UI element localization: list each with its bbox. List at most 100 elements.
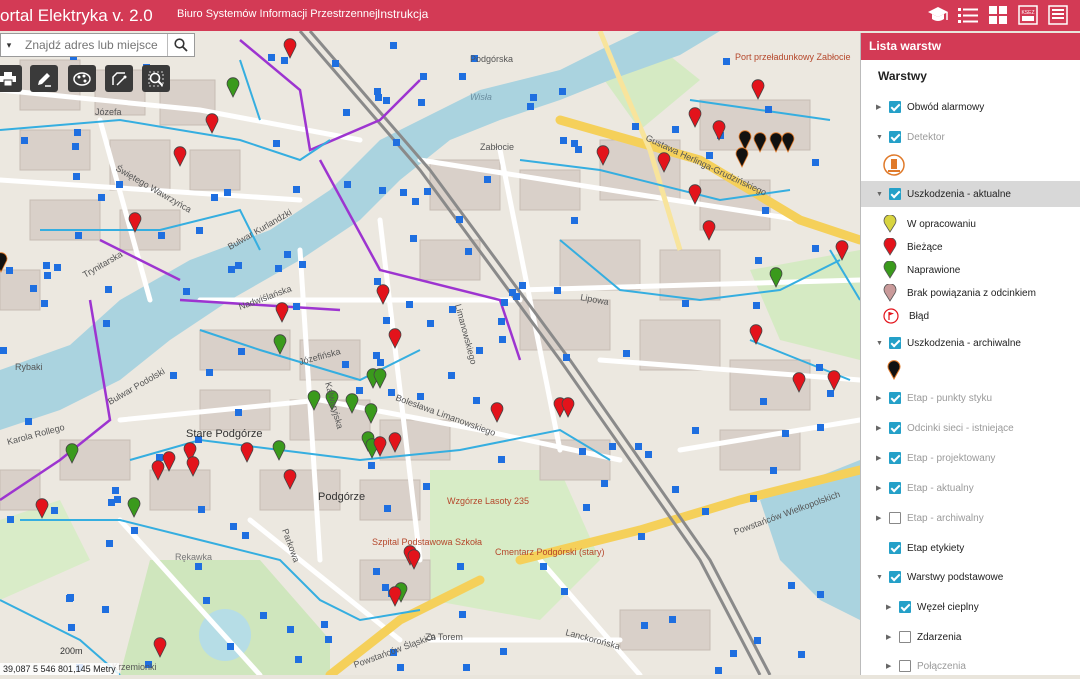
- network-node-marker[interactable]: [499, 336, 506, 343]
- network-node-marker[interactable]: [43, 262, 50, 269]
- network-node-marker[interactable]: [682, 300, 689, 307]
- network-node-marker[interactable]: [500, 648, 507, 655]
- network-node-marker[interactable]: [374, 88, 381, 95]
- nav-link-biuro[interactable]: Biuro Systemów Informacji Przestrzennej: [177, 0, 378, 31]
- network-node-marker[interactable]: [638, 533, 645, 540]
- network-node-marker[interactable]: [183, 288, 190, 295]
- network-node-marker[interactable]: [211, 194, 218, 201]
- network-node-marker[interactable]: [750, 495, 757, 502]
- grid-icon[interactable]: [985, 3, 1010, 27]
- network-node-marker[interactable]: [384, 505, 391, 512]
- network-node-marker[interactable]: [268, 54, 275, 61]
- network-node-marker[interactable]: [501, 299, 508, 306]
- chevron-right-icon[interactable]: ▶: [876, 454, 885, 462]
- network-node-marker[interactable]: [812, 159, 819, 166]
- network-node-marker[interactable]: [397, 664, 404, 671]
- network-node-marker[interactable]: [527, 103, 534, 110]
- network-node-marker[interactable]: [459, 73, 466, 80]
- network-node-marker[interactable]: [382, 584, 389, 591]
- edit-button[interactable]: [30, 65, 58, 92]
- network-node-marker[interactable]: [203, 597, 210, 604]
- network-node-marker[interactable]: [299, 261, 306, 268]
- network-node-marker[interactable]: [583, 504, 590, 511]
- layer-row[interactable]: ▶ Etap - punkty styku: [861, 385, 1080, 411]
- network-node-marker[interactable]: [561, 588, 568, 595]
- layer-row[interactable]: ▶ Etap - aktualny: [861, 475, 1080, 501]
- network-node-marker[interactable]: [406, 301, 413, 308]
- chevron-right-icon[interactable]: ▶: [886, 662, 895, 670]
- layer-row[interactable]: Etap etykiety: [861, 535, 1080, 561]
- network-node-marker[interactable]: [68, 624, 75, 631]
- network-node-marker[interactable]: [672, 486, 679, 493]
- network-node-marker[interactable]: [342, 361, 349, 368]
- network-node-marker[interactable]: [509, 289, 516, 296]
- network-node-marker[interactable]: [762, 207, 769, 214]
- network-node-marker[interactable]: [554, 287, 561, 294]
- network-node-marker[interactable]: [817, 591, 824, 598]
- chevron-right-icon[interactable]: ▶: [876, 394, 885, 402]
- network-node-marker[interactable]: [459, 611, 466, 618]
- network-node-marker[interactable]: [669, 616, 676, 623]
- network-node-marker[interactable]: [456, 216, 463, 223]
- chevron-right-icon[interactable]: ▶: [876, 484, 885, 492]
- network-node-marker[interactable]: [195, 563, 202, 570]
- network-node-marker[interactable]: [465, 248, 472, 255]
- network-node-marker[interactable]: [540, 563, 547, 570]
- network-node-marker[interactable]: [383, 97, 390, 104]
- network-node-marker[interactable]: [383, 317, 390, 324]
- network-node-marker[interactable]: [105, 286, 112, 293]
- layer-checkbox[interactable]: [889, 512, 901, 524]
- network-node-marker[interactable]: [498, 456, 505, 463]
- network-node-marker[interactable]: [30, 285, 37, 292]
- nav-link-instrukcja[interactable]: Instrukcja: [377, 0, 428, 31]
- network-node-marker[interactable]: [782, 430, 789, 437]
- network-node-marker[interactable]: [228, 266, 235, 273]
- layer-checkbox[interactable]: [889, 422, 901, 434]
- network-node-marker[interactable]: [242, 532, 249, 539]
- network-node-marker[interactable]: [332, 60, 339, 67]
- network-node-marker[interactable]: [235, 262, 242, 269]
- network-node-marker[interactable]: [131, 527, 138, 534]
- network-node-marker[interactable]: [770, 467, 777, 474]
- network-node-marker[interactable]: [473, 397, 480, 404]
- network-node-marker[interactable]: [723, 58, 730, 65]
- chevron-down-icon[interactable]: ▼: [876, 191, 885, 198]
- list-icon[interactable]: [955, 3, 980, 27]
- network-node-marker[interactable]: [112, 487, 119, 494]
- print-button[interactable]: [0, 65, 22, 92]
- network-node-marker[interactable]: [293, 303, 300, 310]
- network-node-marker[interactable]: [377, 359, 384, 366]
- network-node-marker[interactable]: [44, 272, 51, 279]
- network-node-marker[interactable]: [273, 140, 280, 147]
- layer-checkbox[interactable]: [889, 452, 901, 464]
- network-node-marker[interactable]: [114, 496, 121, 503]
- network-node-marker[interactable]: [672, 126, 679, 133]
- layer-checkbox[interactable]: [899, 660, 911, 672]
- network-node-marker[interactable]: [73, 173, 80, 180]
- network-node-marker[interactable]: [755, 257, 762, 264]
- network-node-marker[interactable]: [72, 143, 79, 150]
- network-node-marker[interactable]: [827, 390, 834, 397]
- network-node-marker[interactable]: [635, 443, 642, 450]
- network-node-marker[interactable]: [41, 300, 48, 307]
- network-node-marker[interactable]: [379, 187, 386, 194]
- layer-checkbox[interactable]: [889, 392, 901, 404]
- network-node-marker[interactable]: [420, 73, 427, 80]
- network-node-marker[interactable]: [400, 189, 407, 196]
- layer-checkbox[interactable]: [889, 571, 901, 583]
- network-node-marker[interactable]: [295, 656, 302, 663]
- layer-checkbox[interactable]: [889, 131, 901, 143]
- chevron-right-icon[interactable]: ▶: [886, 633, 895, 641]
- layer-checkbox[interactable]: [889, 188, 901, 200]
- layers-button[interactable]: [68, 65, 96, 92]
- network-node-marker[interactable]: [373, 568, 380, 575]
- network-node-marker[interactable]: [423, 483, 430, 490]
- network-node-marker[interactable]: [54, 264, 61, 271]
- network-node-marker[interactable]: [108, 499, 115, 506]
- network-node-marker[interactable]: [702, 508, 709, 515]
- network-node-marker[interactable]: [321, 621, 328, 628]
- chevron-down-icon[interactable]: ▼: [876, 340, 885, 347]
- network-node-marker[interactable]: [284, 251, 291, 258]
- layer-checkbox[interactable]: [889, 482, 901, 494]
- layer-row[interactable]: ▼ Warstwy podstawowe: [861, 564, 1080, 590]
